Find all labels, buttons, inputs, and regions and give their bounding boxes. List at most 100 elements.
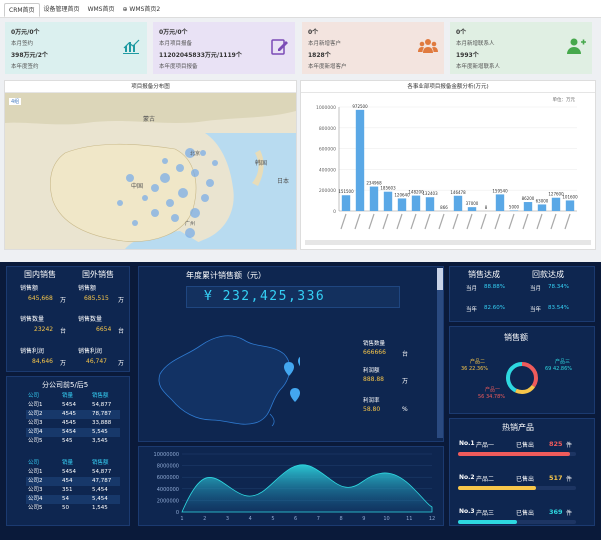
- bar-data-label: 146478: [450, 190, 466, 195]
- map-point[interactable]: [132, 220, 138, 226]
- area-x-tick: 1: [180, 516, 183, 522]
- profit-rate-unit: %: [402, 406, 408, 413]
- map-point[interactable]: [190, 208, 200, 218]
- map-point[interactable]: [151, 209, 159, 217]
- map-point[interactable]: [206, 179, 214, 187]
- area-y-tick: 8000000: [157, 464, 179, 470]
- distribution-map[interactable]: 蒙古 中国 日本 韩国 北京 广州: [5, 93, 296, 249]
- table-cell: 3,545: [92, 438, 108, 444]
- bar[interactable]: [397, 198, 407, 211]
- bar-data-label: 8: [485, 205, 488, 210]
- map-point[interactable]: [178, 188, 188, 198]
- bar[interactable]: [537, 204, 547, 211]
- bar-chart-title: 各事业部项目报备金额分析(万元): [301, 81, 595, 93]
- area-x-tick: 12: [429, 516, 435, 522]
- x-tick-label-placeholder: [550, 213, 557, 230]
- map-point[interactable]: [171, 214, 179, 222]
- tab-wms-home-2-label: WMS首页2: [129, 6, 161, 13]
- x-tick-label-placeholder: [564, 213, 571, 230]
- area-x-tick: 2: [203, 516, 206, 522]
- chart-scrollbar[interactable]: [305, 240, 591, 245]
- bar[interactable]: [509, 210, 519, 211]
- hot-qty: 517: [549, 474, 563, 482]
- bar[interactable]: [495, 194, 505, 211]
- card-new-contact[interactable]: 0个 本月新增联系人 1993个 本年度新增联系人: [450, 22, 592, 74]
- bar-data-label: 86200: [522, 196, 535, 201]
- sales-target-title: 销售达成: [468, 270, 500, 279]
- table-row: 公司1 5454 54,877: [26, 401, 120, 410]
- bar[interactable]: [467, 207, 477, 211]
- bar-data-label: 972500: [352, 104, 368, 109]
- y-tick-label: 400000: [319, 167, 336, 173]
- bar[interactable]: [341, 195, 351, 211]
- map-group-badge[interactable]: 4组: [9, 98, 22, 105]
- bar[interactable]: [425, 197, 435, 211]
- card-year-label: 本年度新增联系人: [456, 64, 501, 70]
- bar[interactable]: [523, 202, 533, 211]
- tab-wms-home-2[interactable]: ⊕ WMS首页2: [118, 3, 164, 17]
- map-point[interactable]: [166, 199, 174, 207]
- area-x-tick: 4: [249, 516, 252, 522]
- hot-sold-label: 已售出: [516, 510, 535, 517]
- area-x-tick: 8: [339, 516, 342, 522]
- table-row: 公司3 351 5,454: [26, 486, 120, 495]
- map-point[interactable]: [151, 184, 159, 192]
- bar[interactable]: [453, 195, 463, 211]
- table-cell: 1,545: [92, 505, 108, 511]
- bar[interactable]: [369, 186, 379, 211]
- card-new-customer[interactable]: 0个 本月新增客户 1828个 本年度新增客户: [302, 22, 444, 74]
- card-month-value: 0万元/0个: [11, 29, 40, 36]
- map-point[interactable]: [201, 194, 209, 202]
- table-cell: 54,877: [92, 469, 112, 475]
- map-point[interactable]: [200, 150, 206, 156]
- area-y-tick: 0: [176, 510, 179, 516]
- area-x-tick: 7: [317, 516, 320, 522]
- map-point[interactable]: [160, 173, 170, 183]
- tab-wms-home[interactable]: WMS首页: [84, 3, 119, 17]
- scrollbar[interactable]: [437, 268, 443, 438]
- table-header: 销售额: [92, 393, 109, 399]
- bar-data-label: 5000: [509, 204, 520, 209]
- tab-crm-home[interactable]: CRM首页: [4, 3, 40, 17]
- tab-device-home[interactable]: 设备管理首页: [40, 3, 84, 17]
- card-project-report[interactable]: 0万元/0个 本月项目报备 11202045833万元/1119个 本年度项目报…: [153, 22, 295, 74]
- hot-product-name: 产品一: [476, 442, 495, 449]
- area-series[interactable]: [181, 464, 433, 513]
- hot-rank: No.3: [459, 508, 475, 515]
- map-point[interactable]: [117, 200, 123, 206]
- bar[interactable]: [383, 191, 393, 211]
- table-cell: 公司5: [28, 505, 43, 511]
- payment-year-label: 当年: [530, 307, 542, 313]
- x-tick-label-placeholder: [466, 213, 473, 230]
- donut-label-product2-name: 产品二: [470, 359, 486, 365]
- area-x-tick: 6: [294, 516, 297, 522]
- map-point[interactable]: [185, 228, 195, 238]
- sales-dashboard: 国内销售 国外销售 销售额 销售额 645,668 万 685,515 万 销售…: [0, 262, 601, 540]
- map-pin-icon[interactable]: [298, 356, 300, 370]
- domestic-title: 国内销售: [24, 270, 56, 279]
- hot-unit: 件: [566, 442, 573, 449]
- bar[interactable]: [355, 109, 365, 211]
- x-tick-label-placeholder: [424, 213, 431, 230]
- map-point[interactable]: [212, 160, 218, 166]
- map-point[interactable]: [176, 164, 184, 172]
- bar[interactable]: [411, 195, 421, 211]
- map-label-china: 中国: [131, 182, 143, 190]
- profit-amount-value: 888.88: [363, 376, 384, 383]
- map-point[interactable]: [126, 174, 134, 182]
- table-cell: 公司3: [28, 487, 43, 493]
- bar[interactable]: [565, 200, 575, 211]
- table-cell: 公司5: [28, 438, 43, 444]
- table-cell: 4545: [62, 420, 76, 426]
- table-cell: 公司1: [28, 402, 43, 408]
- bar-data-label: 101600: [562, 194, 578, 199]
- x-tick-label-placeholder: [508, 213, 515, 230]
- map-pin-icon[interactable]: [290, 388, 300, 402]
- map-point[interactable]: [142, 195, 148, 201]
- card-contract[interactable]: 0万元/0个 本月签约 398万元/2个 本年度签约: [5, 22, 147, 74]
- table-cell: 5,545: [90, 428, 120, 437]
- map-point[interactable]: [191, 169, 199, 177]
- bar[interactable]: [551, 197, 561, 211]
- domestic-qty-value: 23242: [34, 326, 54, 333]
- map-point[interactable]: [162, 158, 168, 164]
